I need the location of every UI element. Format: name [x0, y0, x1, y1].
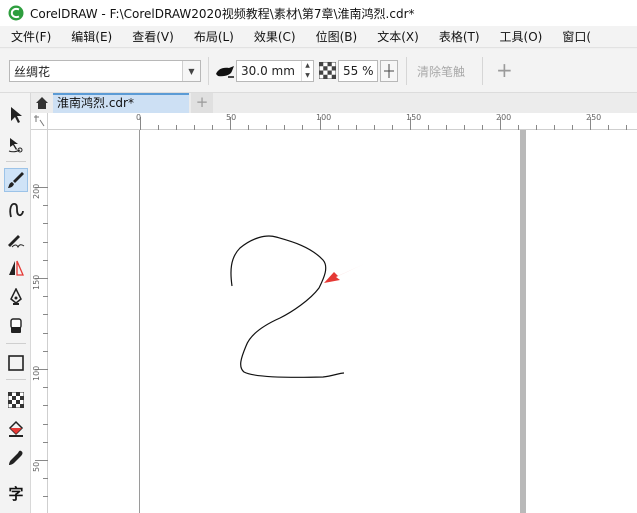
toolbar-divider — [482, 57, 483, 85]
document-tab-bar: 淮南鸿烈.cdr* + — [31, 93, 637, 113]
ruler-label: 200 — [32, 183, 41, 199]
ruler-label: 100 — [316, 113, 332, 122]
menu-tools[interactable]: 工具(O) — [490, 26, 553, 48]
preset-stroke-combo[interactable]: 丝绸花 ▼ — [9, 60, 201, 82]
ruler-label: 200 — [496, 113, 512, 122]
menu-edit[interactable]: 编辑(E) — [61, 26, 122, 48]
artistic-media-tool[interactable] — [4, 168, 28, 192]
curve-icon — [9, 203, 24, 218]
transparency-slider-button[interactable] — [380, 60, 398, 82]
shape-tool[interactable] — [4, 133, 28, 157]
coreldraw-logo-icon — [8, 5, 24, 21]
pick-tool[interactable] — [4, 103, 28, 127]
ruler-label: 50 — [226, 113, 237, 122]
transparency-tool[interactable] — [4, 388, 28, 412]
title-bar: CorelDRAW - F:\CorelDRAW2020视频教程\素材\第7章\… — [0, 0, 637, 26]
artwork — [230, 235, 364, 378]
text-tool-glyph: 字 — [8, 484, 24, 503]
ruler-label: 150 — [32, 274, 41, 290]
eraser-icon — [10, 318, 22, 333]
window-title: CorelDRAW - F:\CorelDRAW2020视频教程\素材\第7章\… — [30, 6, 415, 21]
text-tool[interactable]: 字 — [4, 481, 28, 505]
shape-node-icon — [8, 138, 23, 153]
menu-bitmaps[interactable]: 位图(B) — [306, 26, 368, 48]
menu-effects[interactable]: 效果(C) — [244, 26, 306, 48]
menu-text[interactable]: 文本(X) — [367, 26, 429, 48]
drawing-canvas[interactable] — [48, 130, 637, 513]
transparency-field[interactable]: 55 % — [338, 60, 378, 82]
toolbox-divider — [6, 379, 26, 380]
menu-table[interactable]: 表格(T) — [429, 26, 490, 48]
transparency-checker-icon — [319, 62, 336, 79]
brush-icon — [8, 172, 24, 188]
ruler-label: 50 — [32, 461, 41, 472]
new-tab-button[interactable]: + — [191, 93, 213, 113]
menu-bar: 文件(F) 编辑(E) 查看(V) 布局(L) 效果(C) 位图(B) 文本(X… — [0, 26, 637, 48]
toolbox-divider — [6, 343, 26, 344]
eyedropper-icon — [9, 450, 23, 465]
rectangle-icon — [8, 355, 24, 371]
slider-icon — [384, 64, 394, 78]
stroke-width-stepper[interactable]: ▲ ▼ — [301, 61, 313, 81]
smear-tool[interactable] — [4, 228, 28, 252]
handwritten-two-stroke[interactable] — [230, 235, 345, 378]
ruler-label: 150 — [406, 113, 422, 122]
ruler-label: 0 — [136, 113, 142, 122]
menu-view[interactable]: 查看(V) — [122, 26, 184, 48]
paint-bucket-icon — [8, 420, 24, 437]
preset-stroke-value: 丝绸花 — [14, 64, 51, 79]
menu-layout[interactable]: 布局(L) — [184, 26, 244, 48]
red-arrow-icon — [324, 264, 364, 283]
checker-icon — [8, 392, 24, 408]
toolbar-divider — [208, 57, 209, 85]
tab-document[interactable]: 淮南鸿烈.cdr* — [53, 93, 189, 113]
property-bar: 丝绸花 ▼ 30.0 mm ▲ ▼ 55 % 清除笔触 + — [0, 49, 637, 93]
menu-window[interactable]: 窗口( — [552, 26, 601, 48]
stroke-width-value: 30.0 mm — [241, 64, 295, 78]
cursor-arrow-icon — [11, 107, 22, 123]
eraser-tool[interactable] — [4, 314, 28, 338]
vertical-ruler[interactable]: 200 150 100 50 — [31, 130, 48, 513]
mirror-tool[interactable] — [4, 256, 28, 280]
toolbox-divider — [6, 161, 26, 162]
horizontal-ruler[interactable]: 0 50 100 150 200 250 — [48, 113, 637, 130]
menu-file[interactable]: 文件(F) — [0, 26, 61, 48]
chevron-down-icon[interactable]: ▼ — [182, 61, 200, 81]
eyedropper-tool[interactable] — [4, 446, 28, 470]
add-button[interactable]: + — [496, 58, 513, 82]
mirror-triangle-icon — [9, 260, 24, 276]
pen-tool[interactable] — [4, 285, 28, 309]
home-icon — [36, 97, 48, 109]
freehand-tool[interactable] — [4, 198, 28, 222]
ruler-label: 250 — [586, 113, 602, 122]
ruler-origin-icon — [34, 115, 45, 127]
rectangle-tool[interactable] — [4, 351, 28, 375]
stroke-width-field[interactable]: 30.0 mm ▲ ▼ — [236, 60, 314, 82]
smear-brush-icon — [8, 235, 25, 249]
fill-tool[interactable] — [4, 417, 28, 441]
stroke-width-icon — [216, 66, 234, 78]
clear-stroke-button[interactable]: 清除笔触 — [417, 63, 465, 80]
home-tab[interactable] — [31, 93, 53, 113]
ruler-corner[interactable] — [31, 113, 48, 130]
toolbox: 字 — [0, 93, 31, 513]
toolbar-divider — [406, 57, 407, 85]
ruler-label: 100 — [32, 365, 41, 381]
pen-nib-icon — [10, 288, 22, 305]
